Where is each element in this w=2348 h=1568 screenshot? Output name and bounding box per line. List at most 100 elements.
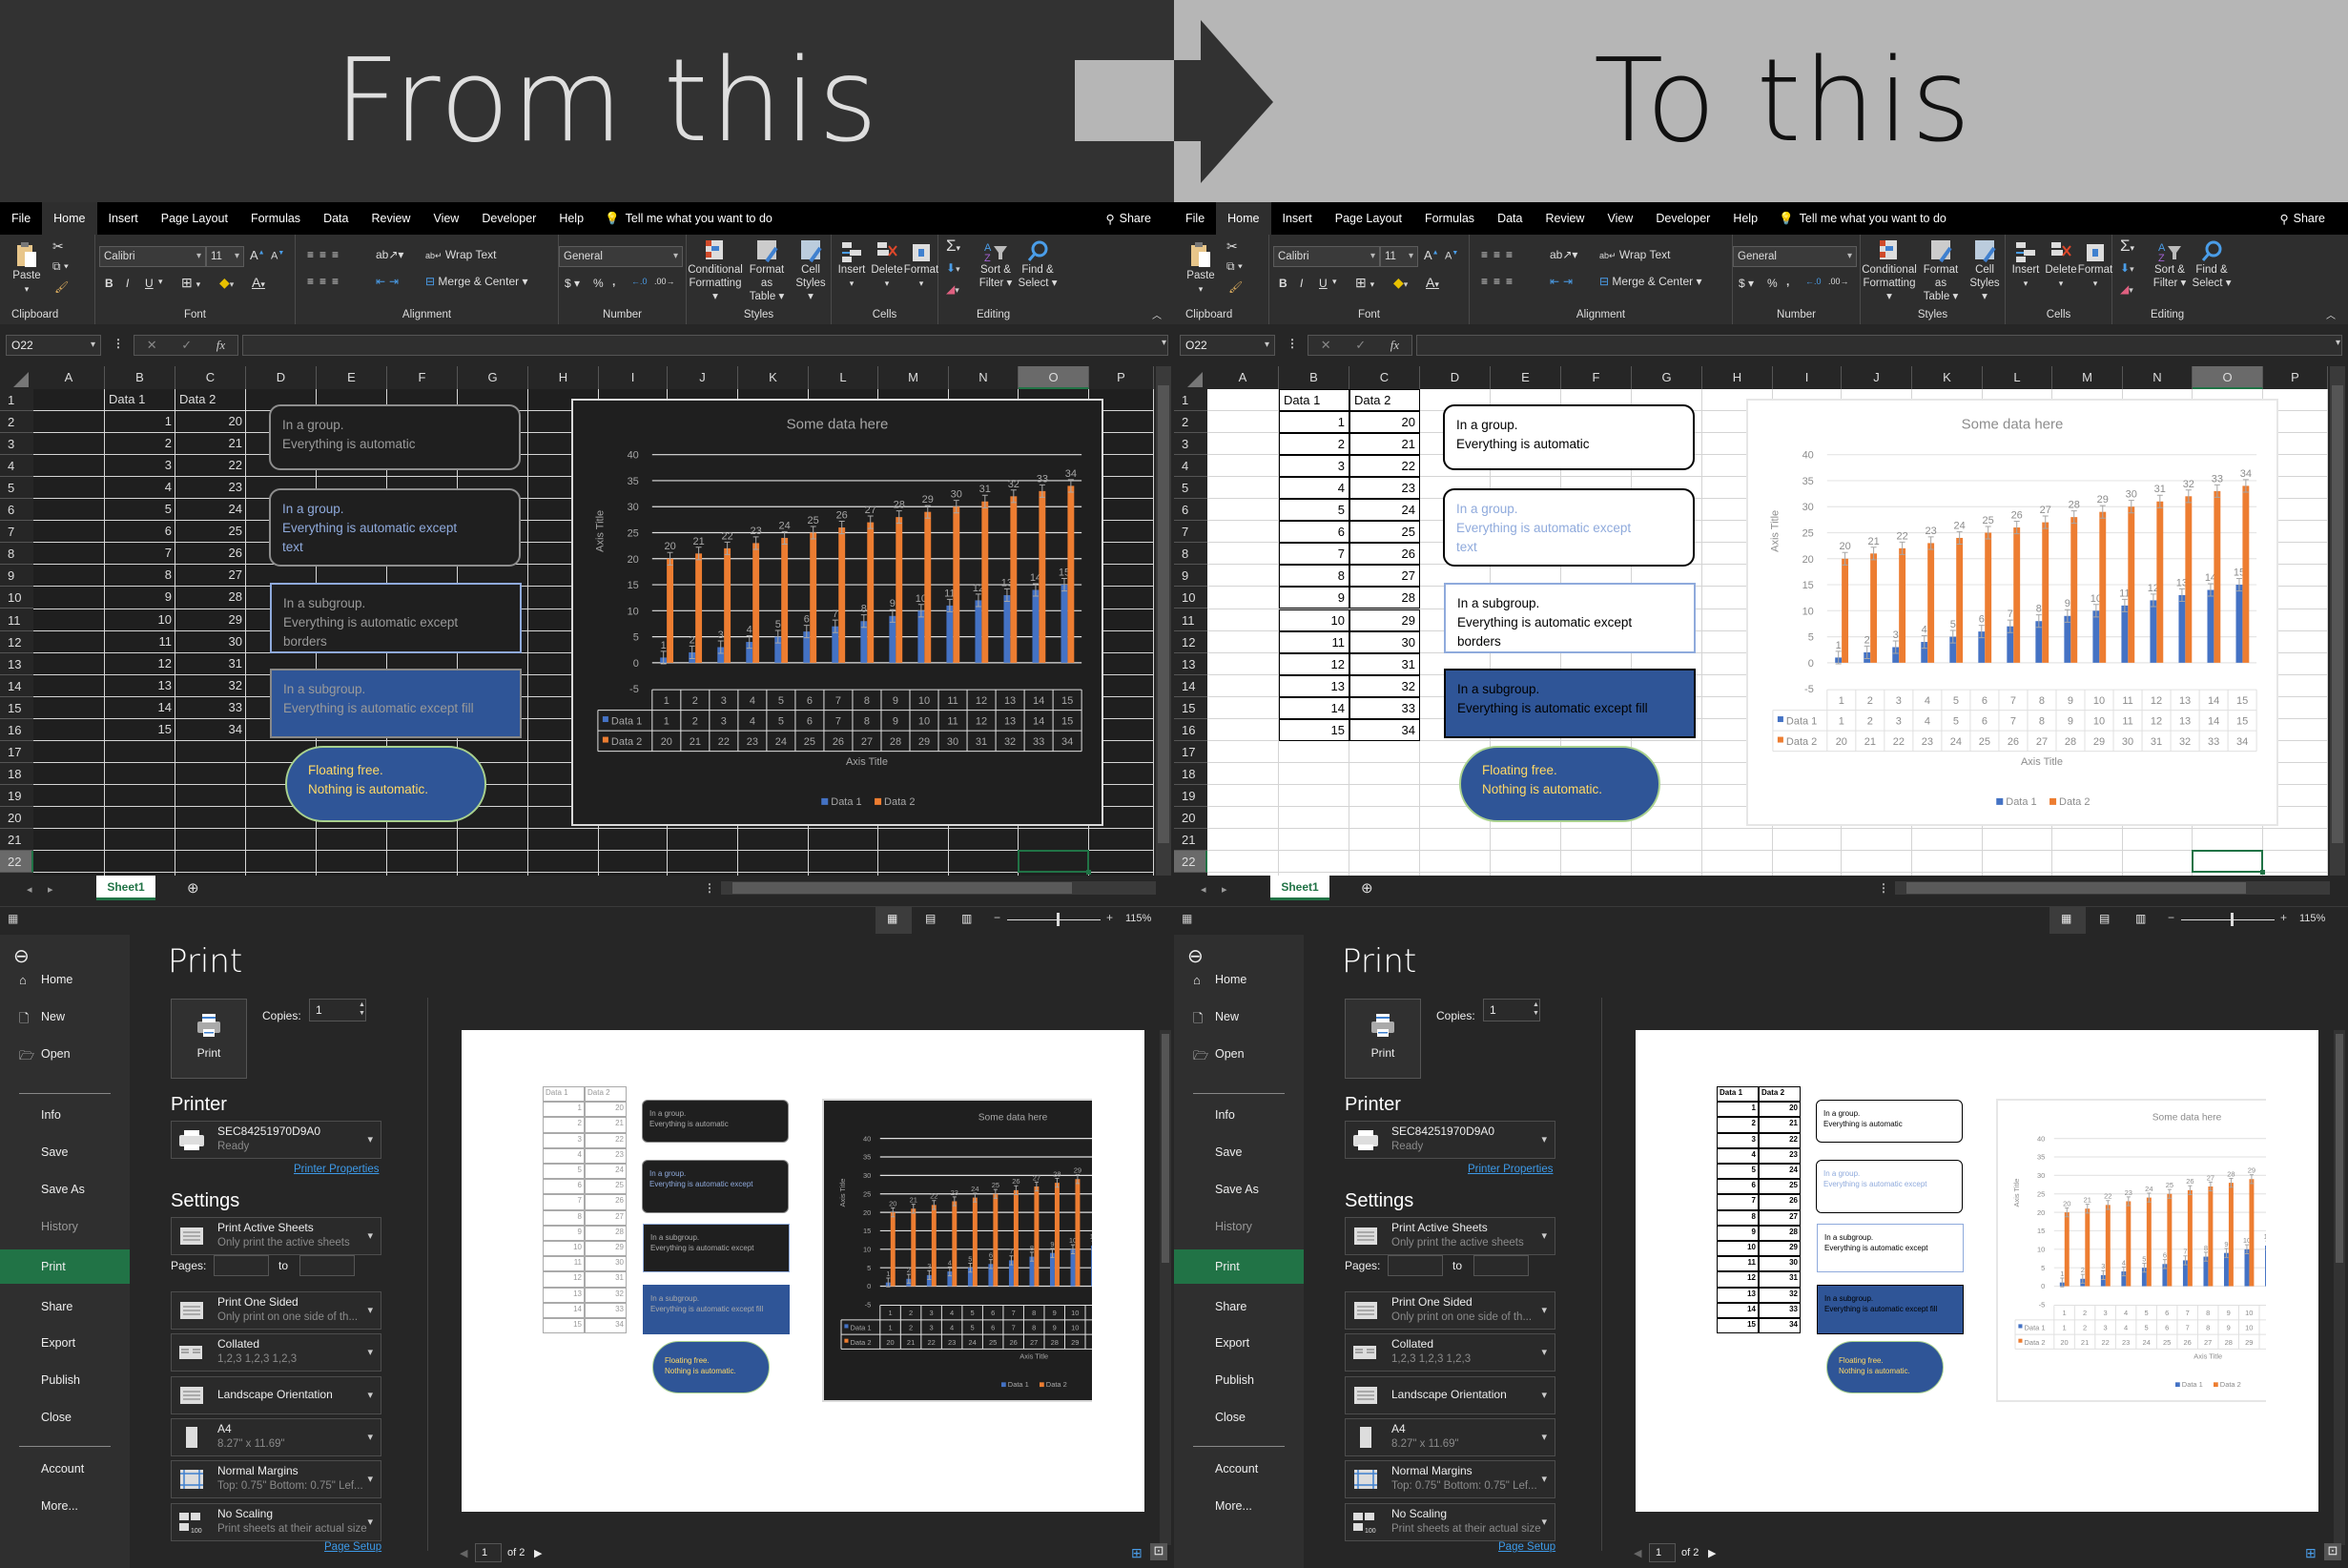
cell-value[interactable]: 10 — [105, 609, 175, 631]
column-header-I[interactable]: I — [599, 366, 668, 389]
row-header-3[interactable]: 3 — [0, 433, 33, 456]
row-header-12[interactable]: 12 — [0, 631, 33, 653]
paste-button[interactable]: Paste ▾ — [10, 240, 44, 296]
fill-icon[interactable]: ⬇▾ — [2120, 261, 2134, 275]
zoom-in-icon[interactable]: + — [1106, 911, 1113, 924]
row-header-4[interactable]: 4 — [0, 455, 33, 478]
printer-properties-link[interactable]: Printer Properties — [1468, 1164, 1553, 1175]
indent-icons[interactable]: ⇤⇥ — [376, 275, 402, 288]
nav-account[interactable]: Account — [41, 1462, 84, 1475]
paper-size-select[interactable]: A4 8.27" x 11.69" — [171, 1418, 381, 1456]
sheet-chart[interactable]: Some data here-50510152025303540Axis Tit… — [571, 399, 1103, 826]
add-sheet-icon[interactable]: ⊕ — [1361, 879, 1373, 897]
comma-button[interactable]: , — [1786, 275, 1789, 288]
row-header-7[interactable]: 7 — [1174, 521, 1207, 544]
fill-handle[interactable] — [2260, 870, 2265, 876]
row-header-17[interactable]: 17 — [0, 741, 33, 763]
prev-page-icon[interactable]: ◀ — [460, 1547, 467, 1559]
cell-value[interactable]: 25 — [1349, 521, 1420, 544]
font-color-icon[interactable]: A▾ — [252, 275, 265, 290]
cell-value[interactable]: 34 — [175, 719, 246, 741]
fill-icon[interactable]: ⬇▾ — [946, 261, 960, 275]
column-header-L[interactable]: L — [809, 366, 878, 389]
nav-close[interactable]: Close — [1215, 1411, 1246, 1424]
row-header-14[interactable]: 14 — [0, 675, 33, 697]
cell-value[interactable]: 8 — [105, 565, 175, 587]
cell-value[interactable]: 21 — [1349, 433, 1420, 456]
row-header-15[interactable]: 15 — [1174, 697, 1207, 719]
nav-account[interactable]: Account — [1215, 1462, 1258, 1475]
copy-icon[interactable]: ⧉ ▾ — [52, 259, 69, 274]
autosum-icon[interactable]: Σ▾ — [2120, 237, 2134, 256]
column-header-M[interactable]: M — [2052, 366, 2123, 389]
tab-developer[interactable]: Developer — [1644, 202, 1721, 235]
decrease-decimal-icon[interactable]: .00→ — [1828, 277, 1849, 286]
column-header-N[interactable]: N — [949, 366, 1019, 389]
cell-value[interactable]: 6 — [1279, 521, 1349, 544]
copies-spinner[interactable]: ▲ ▼ — [359, 1001, 365, 1018]
shape-group-automatic[interactable]: In a group. Everything is automatic — [269, 404, 521, 470]
row-header-12[interactable]: 12 — [1174, 631, 1207, 653]
cut-icon[interactable]: ✂ — [52, 238, 64, 255]
shape-subgroup-except-borders[interactable]: In a subgroup. Everything is automatic ex… — [270, 583, 522, 653]
nav-history[interactable]: History — [1215, 1220, 1252, 1233]
paper-size-select[interactable]: A4 8.27" x 11.69" — [1345, 1418, 1555, 1456]
select-all-corner[interactable] — [1187, 372, 1203, 387]
cell-value[interactable]: 25 — [175, 521, 246, 543]
percent-button[interactable]: % — [1767, 277, 1778, 290]
prev-sheet-icon[interactable]: ◂ — [1201, 883, 1206, 896]
cell-value[interactable]: 22 — [1349, 455, 1420, 478]
horizontal-scrollbar[interactable] — [1895, 881, 2330, 895]
row-header-16[interactable]: 16 — [1174, 719, 1207, 741]
cell-header[interactable]: Data 1 — [1279, 389, 1349, 412]
selected-cell[interactable] — [1018, 850, 1089, 874]
shape-group-except-text[interactable]: In a group. Everything is automatic excep… — [269, 488, 521, 567]
tab-help[interactable]: Help — [547, 202, 595, 235]
bold-button[interactable]: B — [1279, 277, 1287, 290]
nav-saveas[interactable]: Save As — [41, 1183, 85, 1196]
select-all-corner[interactable] — [13, 372, 29, 387]
cancel-icon[interactable]: ✕ — [1321, 338, 1331, 353]
nav-home[interactable]: Home — [1215, 973, 1246, 986]
scaling-select[interactable]: 100 No Scaling Print sheets at their actua… — [171, 1503, 381, 1541]
zoom-slider-thumb[interactable] — [2231, 913, 2234, 926]
cell-value[interactable]: 15 — [105, 719, 175, 741]
row-header-11[interactable]: 11 — [0, 609, 33, 631]
vertical-scrollbar[interactable] — [2330, 366, 2345, 876]
cell-value[interactable]: 34 — [1349, 718, 1420, 741]
shrink-font-icon[interactable]: A▼ — [271, 250, 284, 262]
row-header-19[interactable]: 19 — [1174, 785, 1207, 807]
column-header-E[interactable]: E — [1491, 366, 1561, 389]
column-header-G[interactable]: G — [458, 366, 528, 389]
font-size-select[interactable]: 11 — [1380, 246, 1418, 267]
cell-value[interactable]: 11 — [1279, 630, 1349, 653]
merge-center-button[interactable]: ⊟ Merge & Center ▾ — [425, 275, 527, 288]
more-icon[interactable]: ⋮ — [1287, 337, 1298, 350]
collation-select[interactable]: Collated 1,2,3 1,2,3 1,2,3 — [171, 1333, 381, 1372]
row-header-9[interactable]: 9 — [1174, 565, 1207, 588]
cell-value[interactable]: 30 — [175, 631, 246, 653]
more-icon[interactable]: ⋮ — [113, 337, 124, 350]
cell-header[interactable]: Data 2 — [1349, 389, 1420, 412]
cell-value[interactable]: 28 — [175, 587, 246, 609]
fill-color-icon[interactable]: ◆▾ — [1393, 275, 1408, 291]
cell-value[interactable]: 23 — [1349, 477, 1420, 500]
cell-value[interactable]: 13 — [105, 675, 175, 697]
cell-value[interactable]: 24 — [175, 499, 246, 521]
currency-button[interactable]: $ ▾ — [1739, 277, 1754, 290]
tab-formulas[interactable]: Formulas — [1413, 202, 1486, 235]
tab-page-layout[interactable]: Page Layout — [1324, 202, 1413, 235]
tell-me-search[interactable]: 💡 Tell me what you want to do — [605, 212, 772, 226]
cell-value[interactable]: 33 — [175, 697, 246, 719]
column-header-O[interactable]: O — [2193, 366, 2263, 389]
row-header-6[interactable]: 6 — [0, 499, 33, 522]
share-button[interactable]: ⚲ Share — [2279, 212, 2325, 226]
cell-value[interactable]: 4 — [105, 477, 175, 499]
row-header-22[interactable]: 22 — [0, 851, 33, 874]
collation-select[interactable]: Collated 1,2,3 1,2,3 1,2,3 — [1345, 1333, 1555, 1372]
tab-insert[interactable]: Insert — [97, 202, 150, 235]
formula-input[interactable] — [242, 335, 1168, 356]
row-header-2[interactable]: 2 — [0, 411, 33, 434]
nav-info[interactable]: Info — [41, 1108, 61, 1122]
italic-button[interactable]: I — [126, 277, 129, 290]
